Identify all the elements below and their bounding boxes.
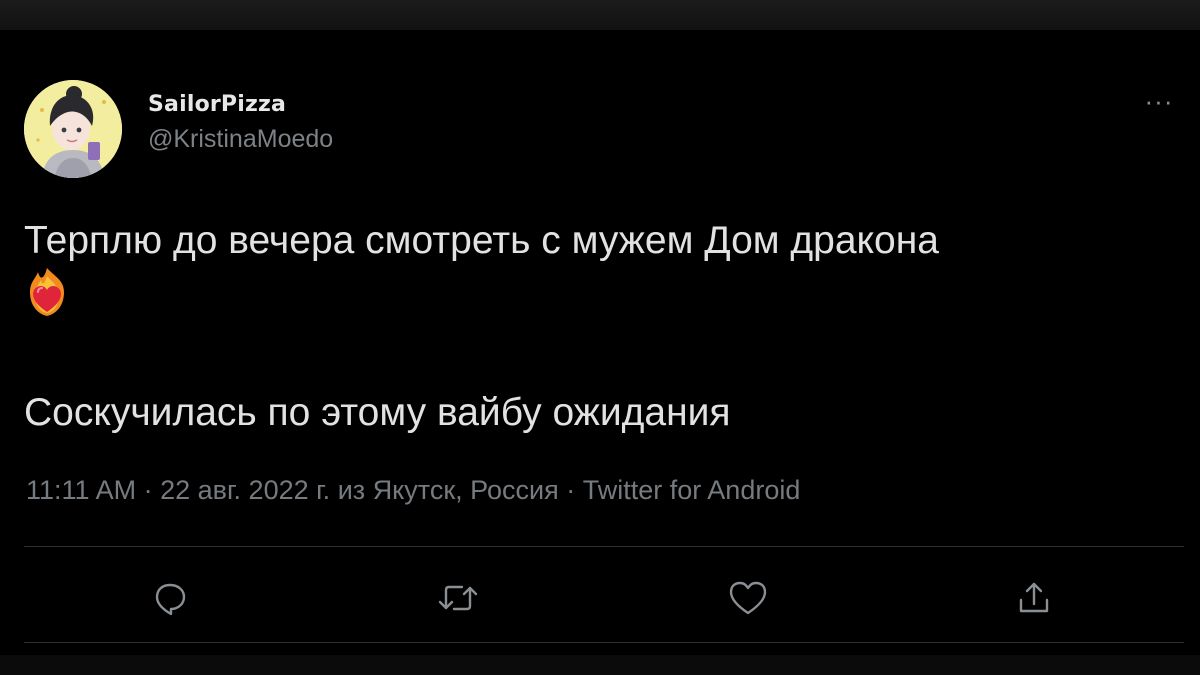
user-names: SailorPizza @KristinaMoedo [148,92,333,154]
reply-button[interactable] [150,578,196,622]
meta-separator-2: · [566,475,576,505]
retweet-button[interactable] [436,578,482,622]
retweet-icon [438,585,478,611]
heart-on-fire-emoji-icon [30,268,64,316]
bottom-window-strip [0,655,1200,675]
tweet-location[interactable]: Якутск, Россия [373,475,559,505]
tweet-date[interactable]: 22 авг. 2022 г. [160,475,330,505]
more-dots-icon: ··· [1144,86,1174,116]
location-spacer [365,475,373,505]
reply-icon [155,583,186,616]
top-window-strip [0,0,1200,30]
tweet-text: Терплю до вечера смотреть с мужем Дом др… [24,218,1164,318]
tweet-screenshot: SailorPizza @KristinaMoedo ··· Терплю до… [0,0,1200,675]
display-name[interactable]: SailorPizza [148,92,333,117]
avatar[interactable] [24,80,122,178]
like-button[interactable] [726,578,772,622]
tweet-line-1: Терплю до вечера смотреть с мужем Дом др… [24,219,939,262]
tweet-header: SailorPizza @KristinaMoedo ··· [24,78,1184,178]
bottom-divider [24,642,1184,643]
tweet-line-2: Соскучилась по этому вайбу ожидания [24,391,731,434]
tweet-source[interactable]: Twitter for Android [583,475,801,505]
location-prefix: из [337,475,366,505]
tweet-meta: 11:11 AM · 22 авг. 2022 г. из Якутск, Ро… [26,475,800,506]
tweet-actions [24,568,1184,628]
share-button[interactable] [1014,578,1060,622]
user-handle[interactable]: @KristinaMoedo [148,125,333,154]
heart-icon [729,581,767,615]
share-icon [1019,582,1049,613]
top-divider [24,546,1184,547]
more-options-button[interactable]: ··· [1142,88,1176,120]
tweet-card: SailorPizza @KristinaMoedo ··· Терплю до… [24,78,1184,643]
meta-separator: · [143,475,153,505]
tweet-time[interactable]: 11:11 AM [26,475,136,505]
avatar-illustration-icon [24,80,122,178]
